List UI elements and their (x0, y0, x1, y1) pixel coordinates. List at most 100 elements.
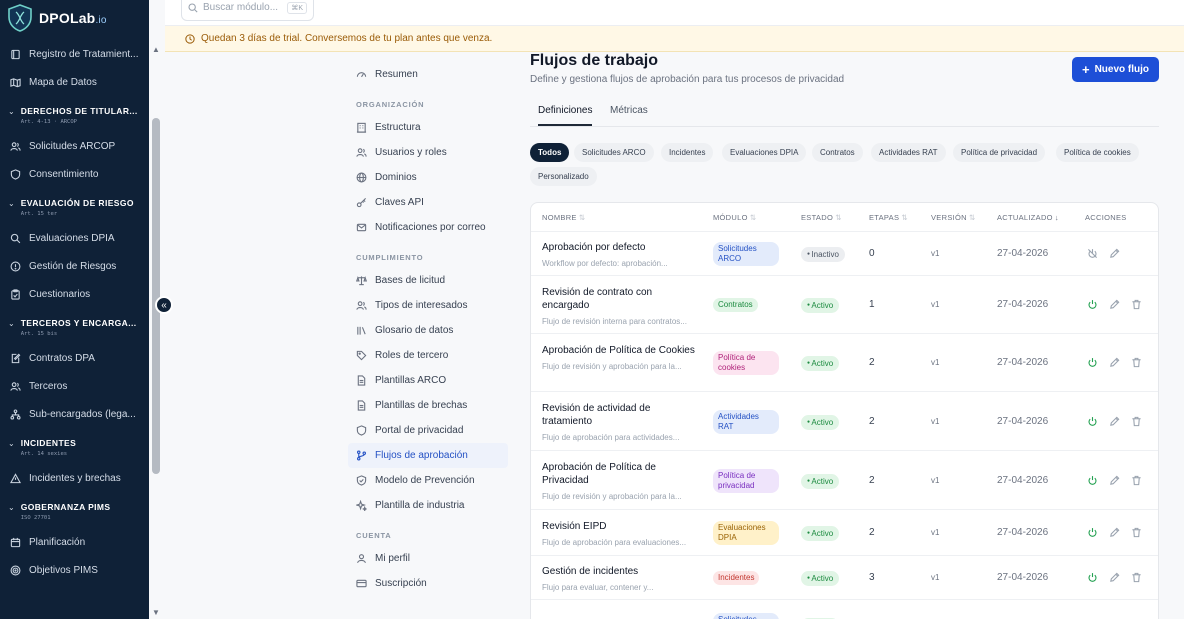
power-icon[interactable] (1087, 527, 1098, 541)
tab-metricas[interactable]: Métricas (610, 105, 648, 124)
collapse-sidebar-button[interactable]: « (155, 296, 173, 314)
settings-item-suscripcion[interactable]: Suscripción (348, 571, 508, 596)
header-actualizado[interactable]: ACTUALIZADO ↓ (997, 213, 1059, 222)
settings-item-plantillas-arco[interactable]: Plantillas ARCO (348, 368, 508, 393)
chip-politica-cookies[interactable]: Política de cookies (1056, 143, 1139, 162)
chip-evaluaciones-dpia[interactable]: Evaluaciones DPIA (722, 143, 807, 162)
pencil-icon[interactable] (1109, 475, 1120, 489)
settings-item-tipos-de-interesados[interactable]: Tipos de interesados (348, 293, 508, 318)
settings-item-usuarios-y-roles[interactable]: Usuarios y roles (348, 140, 508, 165)
tab-definiciones[interactable]: Definiciones (538, 105, 593, 126)
chip-incidentes[interactable]: Incidentes (661, 143, 714, 162)
settings-item-plantilla-de-industria[interactable]: Plantilla de industria (348, 493, 508, 518)
settings-item-dominios[interactable]: Dominios (348, 165, 508, 190)
chip-todos[interactable]: Todos (530, 143, 570, 162)
power-off-icon[interactable] (1087, 248, 1098, 262)
chip-solicitudes-arco[interactable]: Solicitudes ARCO (574, 143, 654, 162)
power-icon[interactable] (1087, 572, 1098, 586)
workflow-name[interactable]: Revisión EIPD (542, 520, 702, 533)
trash-icon[interactable] (1131, 527, 1142, 541)
sidebar-item-solicitudes-arcop[interactable]: Solicitudes ARCOP (0, 132, 149, 160)
power-icon[interactable] (1087, 357, 1098, 371)
sidebar-item-terceros[interactable]: Terceros (0, 372, 149, 400)
pencil-icon[interactable] (1109, 248, 1120, 262)
sidebar-item-planificacion[interactable]: Planificación (0, 528, 149, 556)
table-row[interactable]: Aprobación por defecto Workflow por defec… (531, 231, 1158, 275)
pencil-icon[interactable] (1109, 357, 1120, 371)
chip-actividades-rat[interactable]: Actividades RAT (871, 143, 946, 162)
workflow-name[interactable]: Aprobación de Política de Cookies (542, 344, 702, 357)
settings-item-notificaciones-por-correo[interactable]: Notificaciones por correo (348, 215, 508, 240)
sidebar-item-registro-de-tratamient[interactable]: Registro de Tratamient... (0, 40, 149, 68)
trash-icon[interactable] (1131, 416, 1142, 430)
settings-item-estructura[interactable]: Estructura (348, 115, 508, 140)
settings-item-resumen[interactable]: Resumen (348, 62, 508, 87)
settings-item-glosario-de-datos[interactable]: Glosario de datos (348, 318, 508, 343)
header-estado[interactable]: ESTADO ⇅ (801, 213, 842, 222)
table-row[interactable]: Revisión ARCO estándarSolicitudes ARCO● … (531, 599, 1158, 619)
settings-item-label: Plantilla de industria (375, 500, 465, 511)
sidebar-section-gobernanza-pims[interactable]: ⌄ GOBERNANZA PIMS ISO 27701 (0, 492, 149, 528)
settings-item-portal-de-privacidad[interactable]: Portal de privacidad (348, 418, 508, 443)
sidebar-item-objetivos-pims[interactable]: Objetivos PIMS (0, 556, 149, 584)
header-etapas[interactable]: ETAPAS ⇅ (869, 213, 908, 222)
table-row[interactable]: Revisión EIPD Flujo de aprobación para ev… (531, 509, 1158, 555)
chip-contratos[interactable]: Contratos (812, 143, 863, 162)
workflow-name[interactable]: Aprobación de Política de Privacidad (542, 461, 702, 487)
scroll-up-arrow-icon[interactable]: ▲ (151, 45, 161, 54)
pencil-icon[interactable] (1109, 572, 1120, 586)
trash-icon[interactable] (1131, 572, 1142, 586)
sidebar-item-gestion-de-riesgos[interactable]: Gestión de Riesgos (0, 252, 149, 280)
sidebar-section-evaluacion-de-riesgo[interactable]: ⌄ EVALUACIÓN DE RIESGO Art. 15 ter (0, 188, 149, 224)
sidebar-scrollbar-thumb[interactable] (152, 118, 160, 474)
power-icon[interactable] (1087, 475, 1098, 489)
settings-item-roles-de-tercero[interactable]: Roles de tercero (348, 343, 508, 368)
pencil-icon[interactable] (1109, 527, 1120, 541)
workflow-name[interactable]: Revisión de contrato con encargado (542, 286, 702, 312)
settings-item-modelo-de-prevencion[interactable]: Modelo de Prevención (348, 468, 508, 493)
table-row[interactable]: Gestión de incidentes Flujo para evaluar,… (531, 555, 1158, 599)
sidebar-item-mapa-de-datos[interactable]: Mapa de Datos (0, 68, 149, 96)
sidebar-item-cuestionarios[interactable]: Cuestionarios (0, 280, 149, 308)
sidebar-item-sub-encargados-lega[interactable]: Sub-encargados (lega... (0, 400, 149, 428)
settings-item-claves-api[interactable]: Claves API (348, 190, 508, 215)
search-input[interactable]: Buscar módulo... ⌘K (181, 0, 314, 21)
settings-item-bases-de-licitud[interactable]: Bases de licitud (348, 268, 508, 293)
sidebar-section-derechos-de-titular[interactable]: ⌄ DERECHOS DE TITULAR... Art. 4-13 · ARCOP (0, 96, 149, 132)
settings-item-mi-perfil[interactable]: Mi perfil (348, 546, 508, 571)
power-icon[interactable] (1087, 416, 1098, 430)
table-row[interactable]: Aprobación de Política de Cookies Flujo d… (531, 333, 1158, 391)
table-row[interactable]: Revisión de actividad de tratamiento Fluj… (531, 391, 1158, 450)
pencil-icon[interactable] (1109, 416, 1120, 430)
chip-personalizado[interactable]: Personalizado (530, 167, 597, 186)
settings-section-cuenta: CUENTA (356, 531, 392, 540)
trash-icon[interactable] (1131, 357, 1142, 371)
scroll-down-arrow-icon[interactable]: ▼ (151, 608, 161, 617)
workflow-name[interactable]: Gestión de incidentes (542, 565, 702, 578)
chip-politica-privacidad[interactable]: Política de privacidad (953, 143, 1046, 162)
power-icon[interactable] (1087, 299, 1098, 313)
sidebar-section-incidentes[interactable]: ⌄ INCIDENTES Art. 14 sexies (0, 428, 149, 464)
brand-logo[interactable]: DPOLab.io (0, 0, 149, 36)
table-row[interactable]: Revisión de contrato con encargado Flujo … (531, 275, 1158, 333)
new-workflow-button[interactable]: + Nuevo flujo (1072, 57, 1159, 82)
trash-icon[interactable] (1131, 299, 1142, 313)
pencil-icon[interactable] (1109, 299, 1120, 313)
sidebar-item-evaluaciones-dpia[interactable]: Evaluaciones DPIA (0, 224, 149, 252)
sidebar-item-contratos-dpa[interactable]: Contratos DPA (0, 344, 149, 372)
sidebar-item-consentimiento[interactable]: Consentimiento (0, 160, 149, 188)
trash-icon[interactable] (1131, 475, 1142, 489)
workflow-name[interactable]: Aprobación por defecto (542, 241, 702, 254)
header-version[interactable]: VERSIÓN ⇅ (931, 213, 975, 222)
header-nombre[interactable]: NOMBRE ⇅ (542, 213, 585, 222)
row-actions (1087, 527, 1142, 541)
settings-item-plantillas-de-brechas[interactable]: Plantillas de brechas (348, 393, 508, 418)
table-row[interactable]: Aprobación de Política de Privacidad Fluj… (531, 450, 1158, 509)
settings-item-flujos-de-aprobacion[interactable]: Flujos de aprobación (348, 443, 508, 468)
sidebar-item-label: Consentimiento (29, 168, 99, 180)
header-modulo[interactable]: MÓDULO ⇅ (713, 213, 756, 222)
plus-icon: + (1081, 61, 1090, 77)
sidebar-section-terceros-y-encarga[interactable]: ⌄ TERCEROS Y ENCARGA... Art. 15 bis (0, 308, 149, 344)
workflow-name[interactable]: Revisión de actividad de tratamiento (542, 402, 702, 428)
sidebar-item-incidentes-y-brechas[interactable]: Incidentes y brechas (0, 464, 149, 492)
